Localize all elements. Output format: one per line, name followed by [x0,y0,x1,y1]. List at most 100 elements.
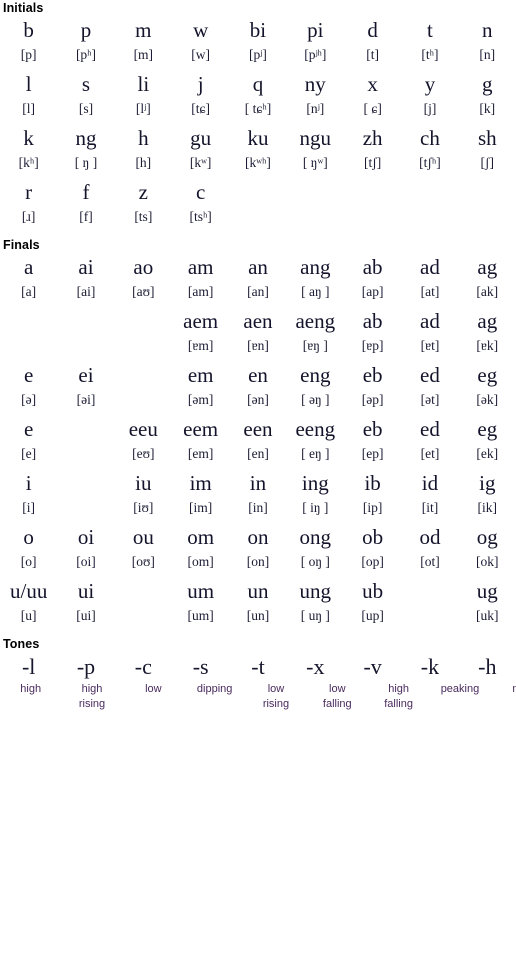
initial-letter: b [23,18,34,42]
final-letter: ib [364,471,381,495]
final-ipa: [iʊ] [133,500,154,515]
initial-ipa: [h] [135,155,152,170]
tone-mark: -c [134,654,152,679]
initial-ipa: [k] [479,101,496,116]
initial-letter: g [482,72,493,96]
final-letter: u/uu [9,579,48,603]
initial-letter: z [138,180,148,204]
final-letter: ad [420,255,440,279]
final-letter: an [248,255,268,279]
finals-ipa-row-5: [i] [iʊ] [im] [in] [ iŋ ] [ip] [it] [ik] [0,497,516,519]
final-letter-empty [115,361,172,389]
initial-ipa: [tɕ] [191,101,211,116]
final-letter: aen [243,309,273,333]
initial-letter: y [424,72,436,96]
finals-ipa-row-3: [ə] [əi] [əm] [ən] [ əŋ ] [əp] [ət] [ək] [0,389,516,411]
final-letter: ui [77,579,95,603]
final-letter: ub [362,579,384,603]
tone-description: dipping [184,682,245,712]
final-ipa-empty [0,335,57,357]
final-letter: og [476,525,498,549]
tone-description-word: rising [262,698,290,710]
tone-description: high [0,682,61,712]
final-ipa: [an] [247,284,269,299]
finals-ipa-row-2: [ɐm] [ɐn] [ɐŋ ] [ɐp] [ɐt] [ɐk] [0,335,516,357]
final-ipa: [oi] [76,554,96,569]
tone-description-word: mid [493,682,516,697]
tone-description-word: low [267,683,285,695]
tone-description: low falling [307,682,368,712]
initial-ipa: [f] [79,209,93,224]
tone-description-word: high [388,683,410,695]
initial-letter: t [427,18,433,42]
final-letter: ag [477,309,498,333]
initial-letter: m [135,18,152,42]
final-ipa-empty [57,443,114,465]
initials-letters-row-1: b p m w bi pi d t n [0,16,516,44]
tone-description-word: low [145,683,162,695]
final-ipa: [up] [361,608,384,623]
initial-ipa: [l] [22,101,36,116]
initial-ipa: [ts] [134,209,153,224]
final-letter: en [248,363,268,387]
final-ipa: [uk] [476,608,499,623]
tone-description-word: peaking [440,683,480,695]
final-ipa: [ai] [76,284,96,299]
final-letter: i [25,471,32,495]
tone-description: low [123,682,184,712]
initials-letters-row-2: l s li j q ny x y g [0,70,516,98]
final-letter: ao [133,255,154,279]
final-ipa: [ok] [476,554,499,569]
final-letter: ug [476,579,498,603]
final-ipa: [ oŋ ] [300,554,330,569]
final-letter: ou [132,525,154,549]
final-letter: eem [183,417,219,441]
final-letter: ai [78,255,94,279]
final-ipa: [əp] [361,392,384,407]
final-ipa: [ep] [361,446,384,461]
final-ipa: [in] [248,500,268,515]
final-ipa-empty [115,335,172,357]
final-letter: eb [362,417,383,441]
final-letter: aeng [295,309,336,333]
final-ipa: [am] [187,284,214,299]
initial-ipa: [tʰ] [421,47,439,62]
initial-letter: p [80,18,92,42]
final-letter: ag [477,255,498,279]
finals-letters-row-3: e ei em en eng eb ed eg [0,361,516,389]
final-letter: eb [362,363,383,387]
initial-ipa-empty [459,206,516,228]
initial-letter-empty [344,178,401,206]
final-letter: ang [300,255,331,279]
final-letter-empty [115,577,172,605]
initial-ipa: [t] [366,47,379,62]
tone-mark: -p [76,654,96,679]
tone-description: mid [491,682,516,712]
final-letter: ed [420,417,440,441]
final-ipa: [en] [247,446,269,461]
tone-description: high rising [61,682,122,712]
initial-letter-empty [229,178,286,206]
tone-mark: -v [363,654,382,679]
final-ipa: [u] [20,608,37,623]
initial-ipa: [tʃʰ] [419,155,441,170]
final-letter: im [189,471,212,495]
final-letter: eeng [295,417,336,441]
final-letter: um [187,579,215,603]
initial-letter: ng [75,126,97,150]
final-ipa: [ət] [420,392,440,407]
final-ipa: [em] [187,446,214,461]
final-letter: eg [477,363,498,387]
final-letter: eg [477,417,498,441]
initial-ipa: [n] [479,47,496,62]
final-ipa: [um] [187,608,214,623]
final-letter: e [24,363,34,387]
final-letter: ing [301,471,329,495]
final-ipa: [op] [361,554,384,569]
final-ipa: [əi] [76,392,96,407]
final-ipa: [o] [20,554,37,569]
initial-ipa: [pʲ] [249,47,267,62]
tone-mark: -l [21,654,36,679]
final-letter: a [24,255,34,279]
tones-descriptions-row: high high rising low dipping low rising … [0,682,516,712]
